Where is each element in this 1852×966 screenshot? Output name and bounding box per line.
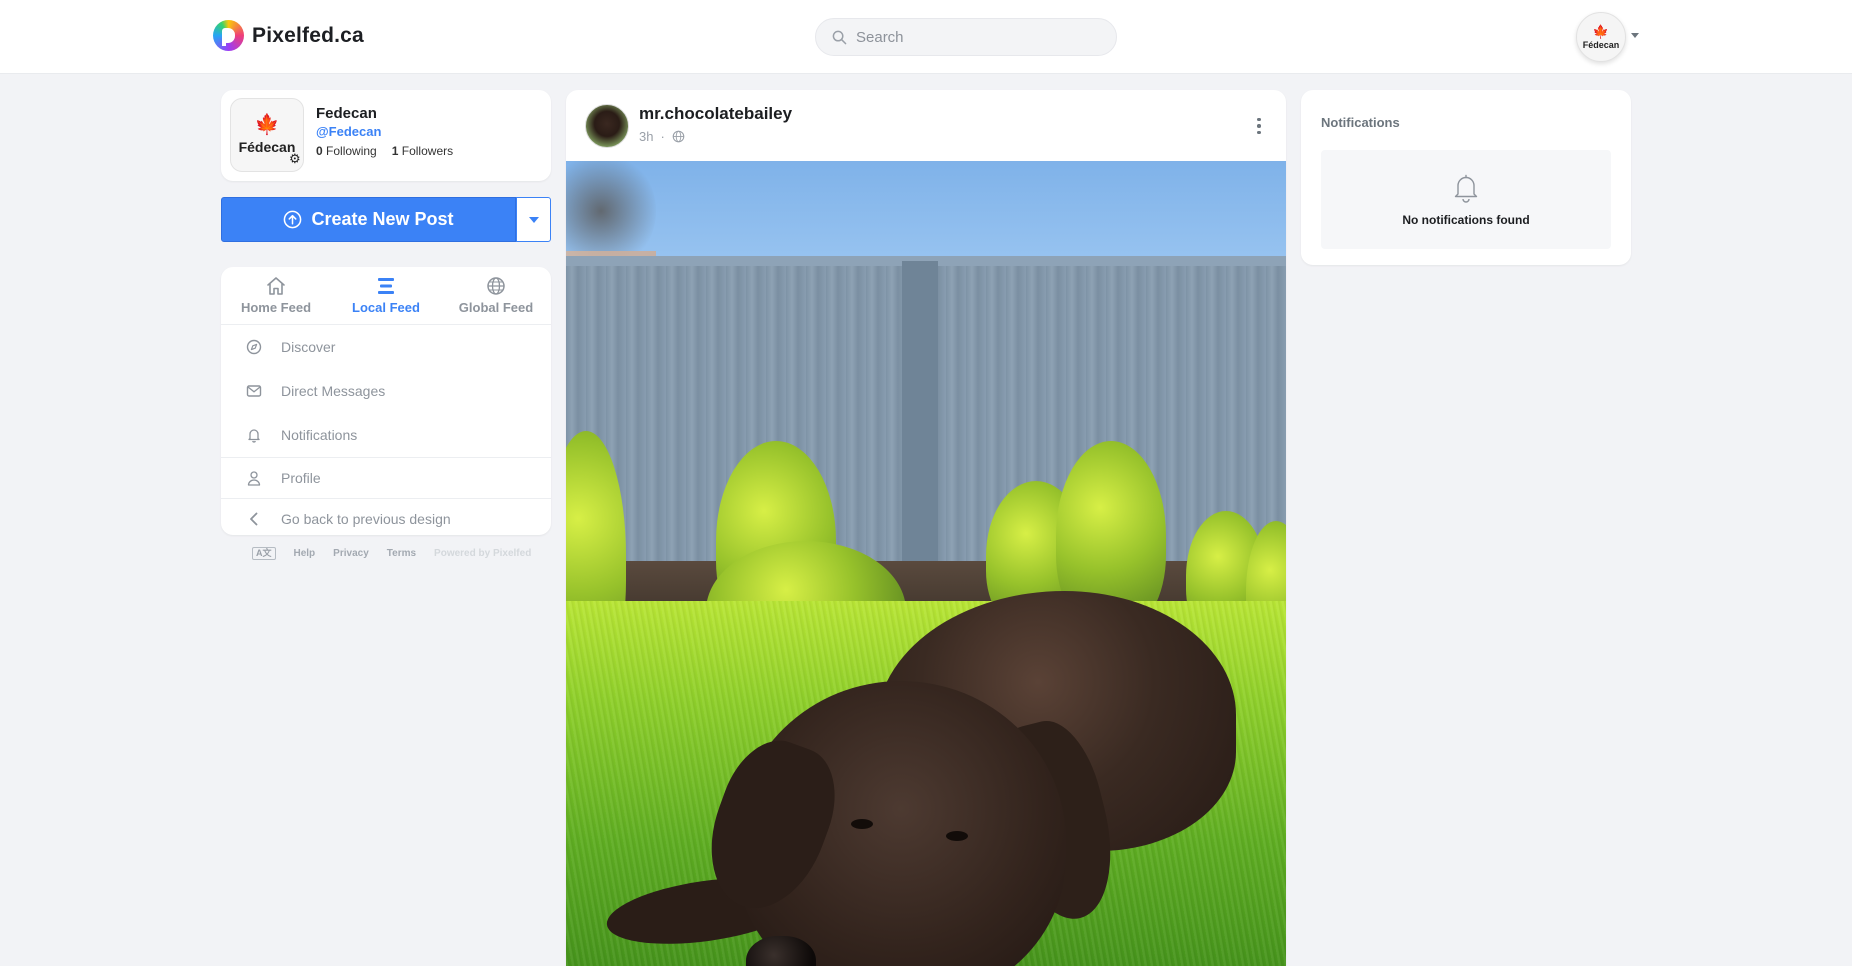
tab-local-feed[interactable]: Local Feed xyxy=(331,267,441,324)
create-new-post-button[interactable]: Create New Post xyxy=(221,197,516,242)
brand-name: Pixelfed.ca xyxy=(252,23,364,47)
footer-privacy-link[interactable]: Privacy xyxy=(333,548,369,559)
nav-item-notifications-label: Notifications xyxy=(281,427,358,443)
chevron-down-icon xyxy=(528,216,539,223)
gear-icon[interactable]: ⚙ xyxy=(289,152,301,166)
followers-count: 1 xyxy=(391,144,399,158)
following-count: 0 xyxy=(316,144,323,158)
followers-label: Followers xyxy=(401,144,454,158)
sidebar-footer: A文 Help Privacy Terms Powered by Pixelfe… xyxy=(252,547,531,560)
profile-name[interactable]: Fedecan xyxy=(316,105,377,122)
post-author-avatar[interactable] xyxy=(585,104,629,148)
footer-help-link[interactable]: Help xyxy=(294,548,316,559)
home-icon xyxy=(267,277,285,295)
notifications-empty-message: No notifications found xyxy=(1402,212,1530,227)
create-new-post-label: Create New Post xyxy=(311,209,454,229)
nav-item-profile[interactable]: Profile xyxy=(221,457,551,498)
nav-item-direct-messages-label: Direct Messages xyxy=(281,383,386,399)
language-icon[interactable]: A文 xyxy=(252,547,276,560)
user-avatar-button[interactable]: 🍁 Fédecan xyxy=(1576,12,1626,62)
maple-leaf-icon: 🍁 xyxy=(254,114,280,136)
upload-circle-icon xyxy=(284,210,302,229)
post-timestamp[interactable]: 3h xyxy=(639,129,653,144)
profile-card: 🍁 Fédecan ⚙ Fedecan @Fedecan 0 Following… xyxy=(221,90,551,181)
profile-handle[interactable]: @Fedecan xyxy=(316,124,381,139)
tab-home-feed-label: Home Feed xyxy=(240,300,312,315)
nav-item-direct-messages[interactable]: Direct Messages xyxy=(221,369,551,413)
navigation-card: Home Feed Local Feed Global Feed Discove… xyxy=(221,267,551,535)
top-navbar: Pixelfed.ca 🍁 Fédecan xyxy=(0,0,1852,74)
feed-tabs: Home Feed Local Feed Global Feed xyxy=(221,267,551,325)
post-more-options-icon[interactable] xyxy=(1249,114,1269,138)
bell-icon xyxy=(248,429,260,443)
nav-item-previous-design[interactable]: Go back to previous design xyxy=(221,498,551,535)
following-stat[interactable]: 0 Following xyxy=(316,144,377,158)
tab-local-feed-label: Local Feed xyxy=(352,300,420,315)
brand-link[interactable]: Pixelfed.ca xyxy=(213,20,364,51)
avatar-label: Fédecan xyxy=(1582,39,1620,50)
notifications-title: Notifications xyxy=(1321,115,1400,130)
post-card: mr.chocolatebailey 3h · xyxy=(566,90,1286,966)
bell-icon xyxy=(1454,174,1478,203)
list-icon xyxy=(378,278,394,294)
profile-stats: 0 Following 1 Followers xyxy=(316,144,453,158)
footer-powered-by-link[interactable]: Powered by Pixelfed xyxy=(434,548,531,559)
notifications-empty-state: No notifications found xyxy=(1321,150,1611,249)
tab-global-feed-label: Global Feed xyxy=(458,300,534,315)
user-menu-caret-icon[interactable] xyxy=(1631,33,1639,38)
compass-icon xyxy=(246,339,262,355)
post-author-username[interactable]: mr.chocolatebailey xyxy=(639,104,792,124)
following-label: Following xyxy=(326,144,377,158)
profile-avatar-label: Fédecan xyxy=(238,139,296,155)
search-icon xyxy=(832,30,847,44)
meta-separator: · xyxy=(660,129,665,144)
followers-stat[interactable]: 1 Followers xyxy=(392,144,453,158)
search-input[interactable] xyxy=(856,28,1096,46)
nav-item-discover[interactable]: Discover xyxy=(221,325,551,369)
maple-leaf-icon: 🍁 xyxy=(1592,23,1610,39)
post-header: mr.chocolatebailey 3h · xyxy=(566,90,1286,161)
chevron-left-icon xyxy=(250,512,258,526)
footer-terms-link[interactable]: Terms xyxy=(387,548,416,559)
search-box[interactable] xyxy=(815,18,1117,56)
post-image[interactable] xyxy=(566,161,1286,966)
user-icon xyxy=(247,471,261,486)
tab-home-feed[interactable]: Home Feed xyxy=(221,267,331,324)
create-post-dropdown-button[interactable] xyxy=(516,197,551,242)
globe-icon xyxy=(487,277,505,295)
image-dog-eye xyxy=(851,819,873,829)
nav-item-notifications[interactable]: Notifications xyxy=(221,413,551,457)
nav-item-profile-label: Profile xyxy=(281,470,321,486)
envelope-icon xyxy=(246,385,262,397)
post-meta: 3h · xyxy=(639,129,685,144)
image-dog-eye xyxy=(946,831,968,841)
globe-icon xyxy=(672,130,685,143)
nav-item-discover-label: Discover xyxy=(281,339,336,355)
pixelfed-logo-icon xyxy=(213,20,244,51)
nav-item-previous-design-label: Go back to previous design xyxy=(281,511,451,527)
notifications-card: Notifications No notifications found xyxy=(1301,90,1631,265)
tab-global-feed[interactable]: Global Feed xyxy=(441,267,551,324)
